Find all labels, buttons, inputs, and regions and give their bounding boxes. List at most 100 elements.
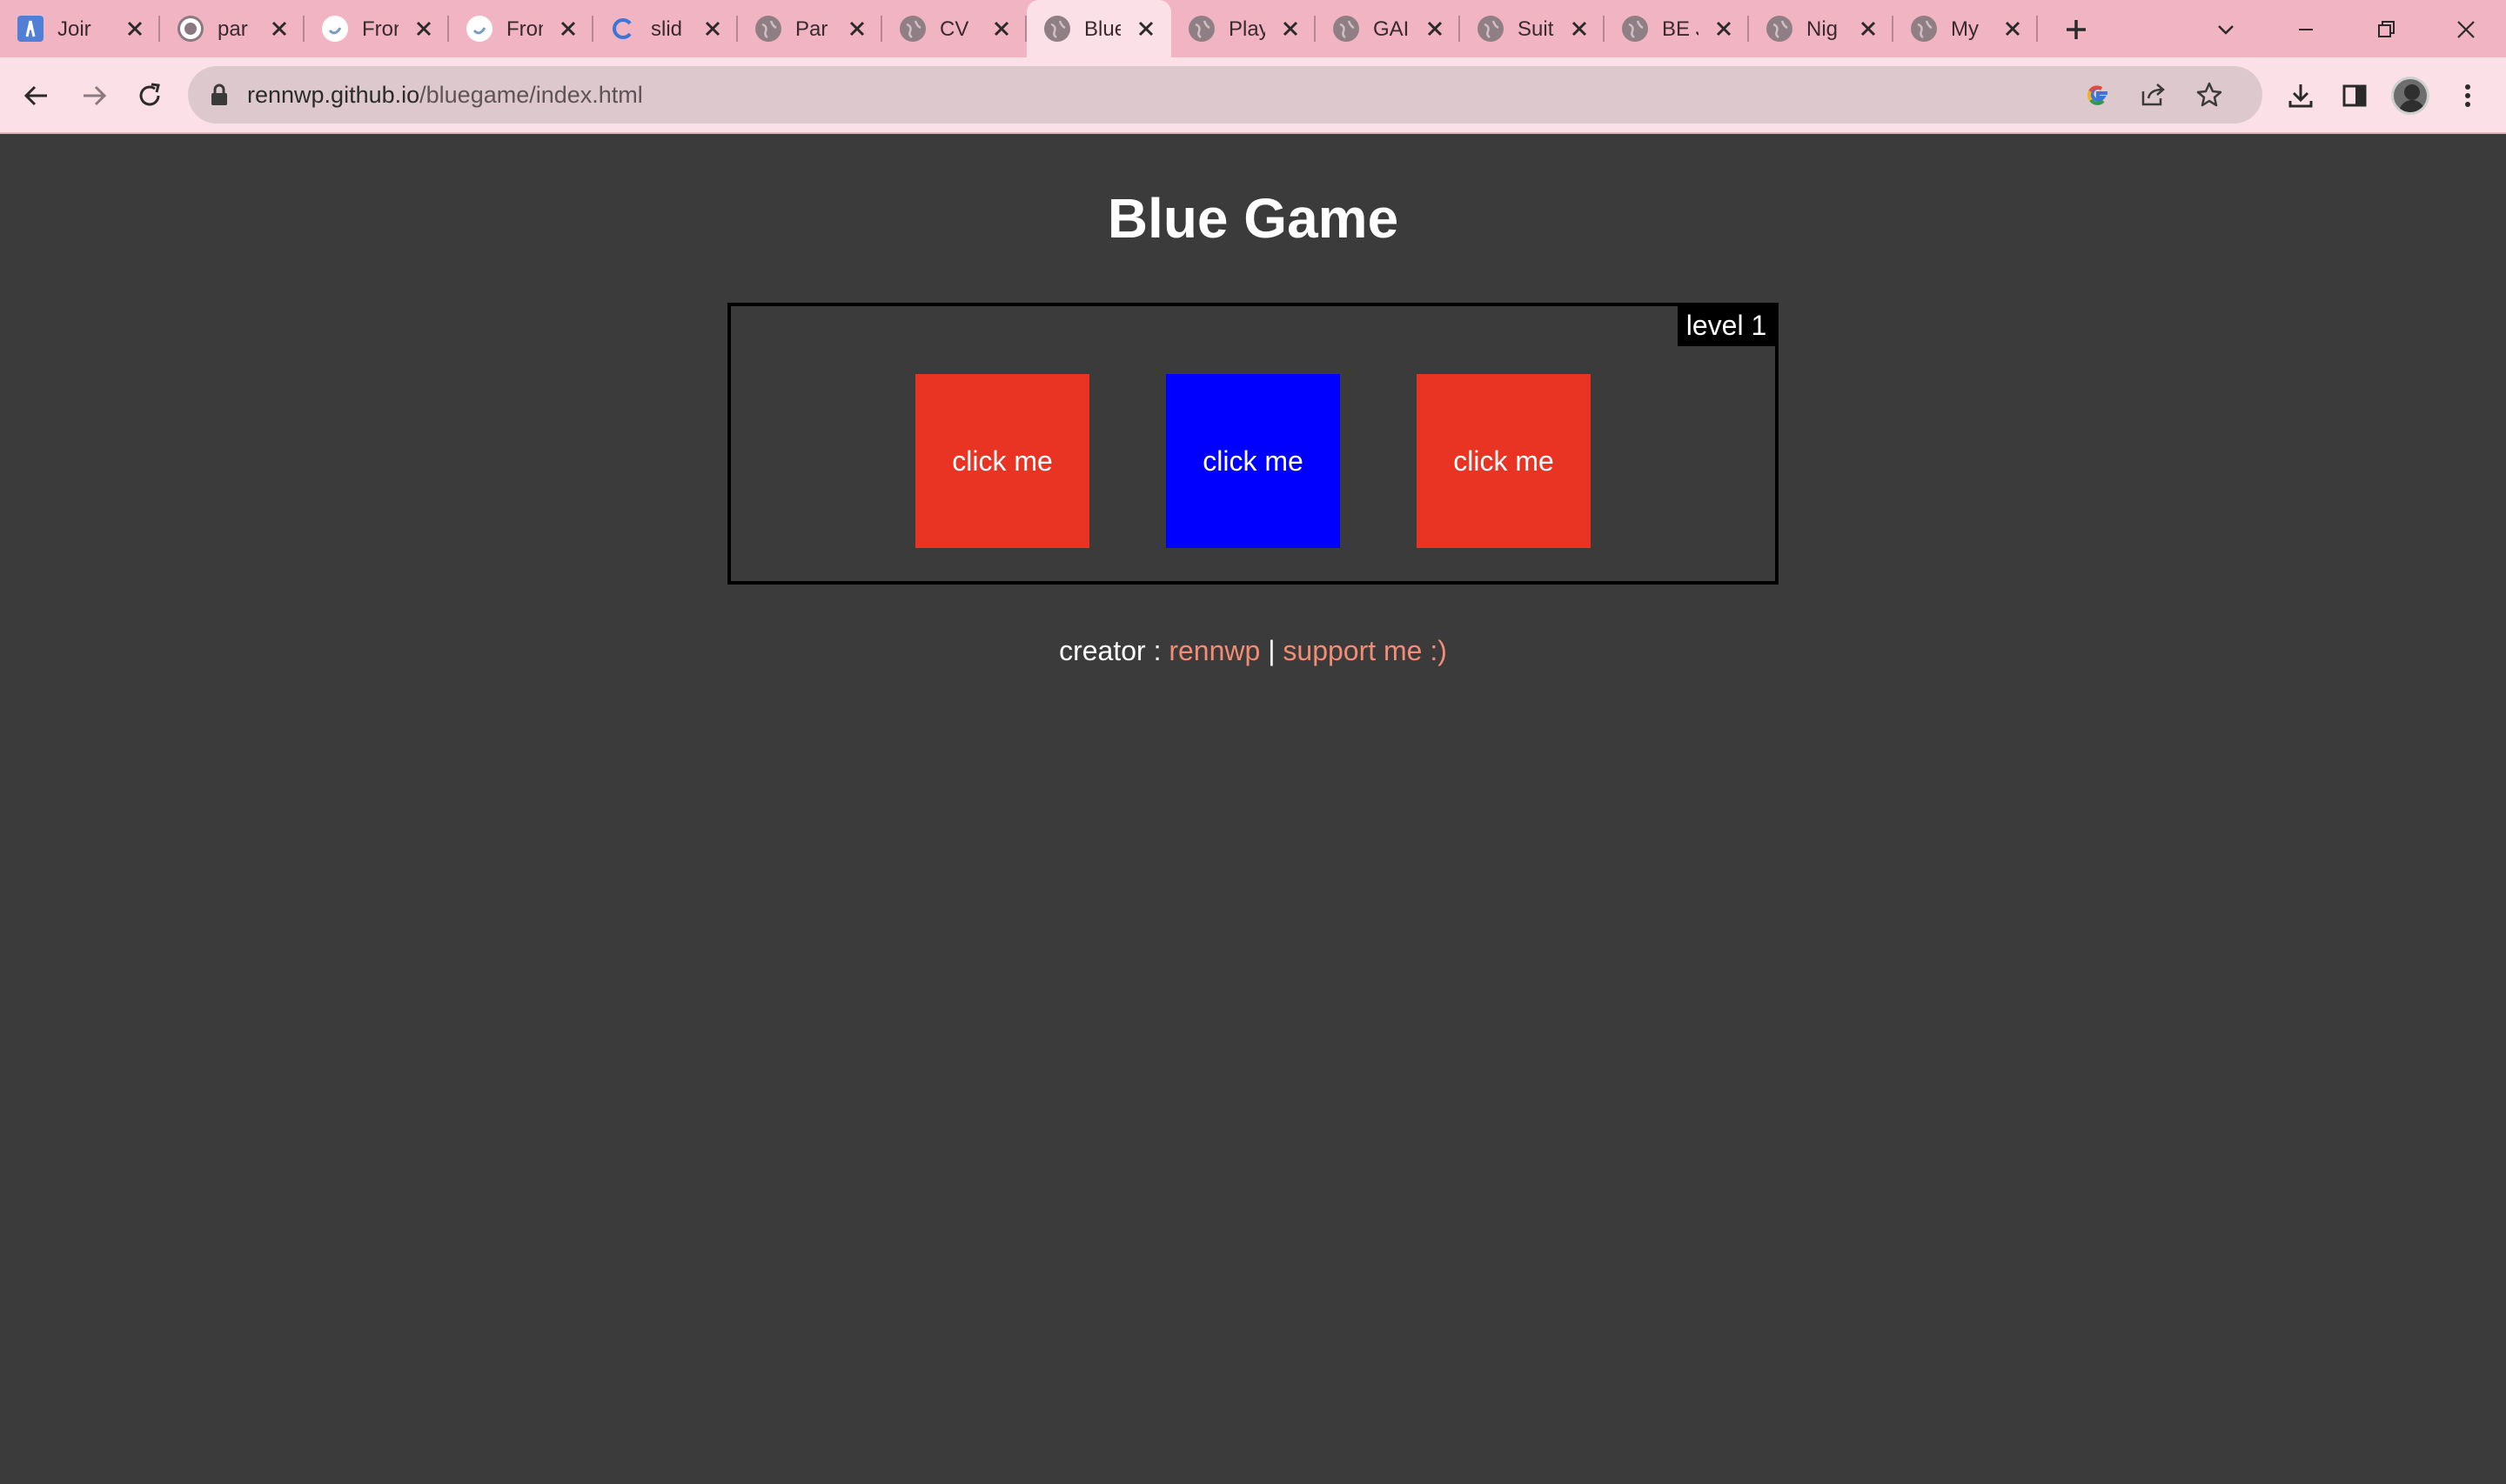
tab-title: BE J xyxy=(1662,17,1699,41)
globe-icon xyxy=(755,16,781,42)
browser-tab[interactable]: Fron xyxy=(305,0,449,57)
browser-tab[interactable]: Nig xyxy=(1749,0,1893,57)
reload-button[interactable] xyxy=(129,75,171,117)
close-icon[interactable] xyxy=(1422,16,1448,42)
side-panel-icon[interactable] xyxy=(2334,75,2375,117)
close-icon[interactable] xyxy=(1277,16,1303,42)
close-icon[interactable] xyxy=(1855,16,1881,42)
tab-title: par xyxy=(218,17,248,41)
level-indicator: level 1 xyxy=(1678,306,1775,346)
app-icon xyxy=(17,16,44,42)
url-text[interactable]: rennwp.github.io/bluegame/index.html xyxy=(247,82,643,110)
browser-tab[interactable]: Fron xyxy=(449,0,593,57)
menu-icon[interactable] xyxy=(2447,75,2489,117)
browser-tab-bar: Joir par Fron Fron xyxy=(0,0,2506,57)
tab-title: Joir xyxy=(57,17,91,41)
browser-tab[interactable]: par xyxy=(160,0,305,57)
page-title: Blue Game xyxy=(1107,187,1399,250)
google-lens-icon[interactable] xyxy=(2081,78,2114,111)
plus-icon xyxy=(2067,20,2086,39)
tab-title: GAI xyxy=(1373,17,1410,41)
globe-icon xyxy=(1622,16,1648,42)
forward-button[interactable] xyxy=(73,75,115,117)
close-icon[interactable] xyxy=(1566,16,1592,42)
browser-tab[interactable]: GAI xyxy=(1316,0,1460,57)
browser-tab[interactable]: Joir xyxy=(0,0,160,57)
avatar-face xyxy=(2404,84,2420,100)
close-icon xyxy=(2457,21,2475,38)
arrow-right-icon xyxy=(84,85,107,106)
game-tile-3[interactable]: click me xyxy=(1417,374,1591,548)
browser-tab-active[interactable]: Blue xyxy=(1027,0,1171,57)
creator-link[interactable]: rennwp xyxy=(1169,635,1260,666)
browser-tab[interactable]: My xyxy=(1893,0,2038,57)
globe-icon xyxy=(1333,16,1359,42)
browser-tab[interactable]: Play xyxy=(1171,0,1316,57)
browser-tab[interactable]: CV xyxy=(882,0,1027,57)
tab-title: Nig xyxy=(1806,17,1839,41)
star-icon[interactable] xyxy=(2193,78,2226,111)
page-viewport: Blue Game level 1 click me click me clic… xyxy=(0,134,2506,1484)
chevron-down-icon xyxy=(2218,25,2234,35)
tab-title: Fron xyxy=(506,17,543,41)
address-bar[interactable]: rennwp.github.io/bluegame/index.html xyxy=(188,66,2262,124)
restore-icon xyxy=(2378,21,2395,37)
browser-tab[interactable]: slid xyxy=(593,0,738,57)
google-icon xyxy=(611,16,637,42)
game-tile-2[interactable]: click me xyxy=(1166,374,1340,548)
globe-icon xyxy=(1477,16,1504,42)
close-icon[interactable] xyxy=(122,16,148,42)
back-button[interactable] xyxy=(16,75,57,117)
close-icon[interactable] xyxy=(266,16,292,42)
github-icon xyxy=(178,16,204,42)
browser-tab[interactable]: BE J xyxy=(1605,0,1749,57)
download-icon[interactable] xyxy=(2280,75,2322,117)
lock-icon[interactable] xyxy=(207,83,231,107)
globe-icon xyxy=(1189,16,1215,42)
close-window-button[interactable] xyxy=(2445,9,2487,50)
tab-separator xyxy=(2036,16,2038,42)
new-tab-button[interactable] xyxy=(2059,12,2094,47)
restore-button[interactable] xyxy=(2365,9,2407,50)
arrow-left-icon xyxy=(23,85,47,106)
close-icon[interactable] xyxy=(844,16,870,42)
browser-tab[interactable]: Suit xyxy=(1460,0,1605,57)
globe-icon xyxy=(1766,16,1792,42)
site-icon xyxy=(466,16,492,42)
globe-icon xyxy=(900,16,926,42)
support-link[interactable]: support me :) xyxy=(1283,635,1447,666)
browser-tab[interactable]: Par xyxy=(738,0,882,57)
site-icon xyxy=(322,16,348,42)
game-area: level 1 click me click me click me xyxy=(727,303,1779,585)
close-icon[interactable] xyxy=(1133,16,1159,42)
tab-title: Play xyxy=(1229,17,1265,41)
tab-title: Blue xyxy=(1084,17,1121,41)
browser-toolbar: rennwp.github.io/bluegame/index.html xyxy=(0,57,2506,134)
tab-title: CV xyxy=(940,17,969,41)
tab-title: My xyxy=(1951,17,1979,41)
profile-avatar[interactable] xyxy=(2391,77,2429,115)
minimize-button[interactable] xyxy=(2285,9,2327,50)
reload-icon xyxy=(139,83,160,106)
tab-search-button[interactable] xyxy=(2205,9,2247,50)
minimize-icon xyxy=(2299,29,2313,30)
tab-title: slid xyxy=(651,17,683,41)
tab-title: Fron xyxy=(362,17,399,41)
url-host: rennwp.github.io xyxy=(247,82,420,108)
close-icon[interactable] xyxy=(1711,16,1737,42)
close-icon[interactable] xyxy=(2000,16,2026,42)
footer-separator: | xyxy=(1260,635,1283,666)
footer: creator : rennwp | support me :) xyxy=(0,635,2506,667)
close-icon[interactable] xyxy=(988,16,1015,42)
creator-label: creator : xyxy=(1059,635,1169,666)
close-icon[interactable] xyxy=(555,16,581,42)
close-icon[interactable] xyxy=(700,16,726,42)
game-tile-1[interactable]: click me xyxy=(915,374,1089,548)
globe-icon xyxy=(1044,16,1070,42)
share-icon[interactable] xyxy=(2137,78,2170,111)
url-path: /bluegame/index.html xyxy=(419,82,643,108)
tab-title: Par xyxy=(795,17,828,41)
avatar-body xyxy=(2399,100,2425,112)
close-icon[interactable] xyxy=(411,16,437,42)
tab-title: Suit xyxy=(1518,17,1554,41)
